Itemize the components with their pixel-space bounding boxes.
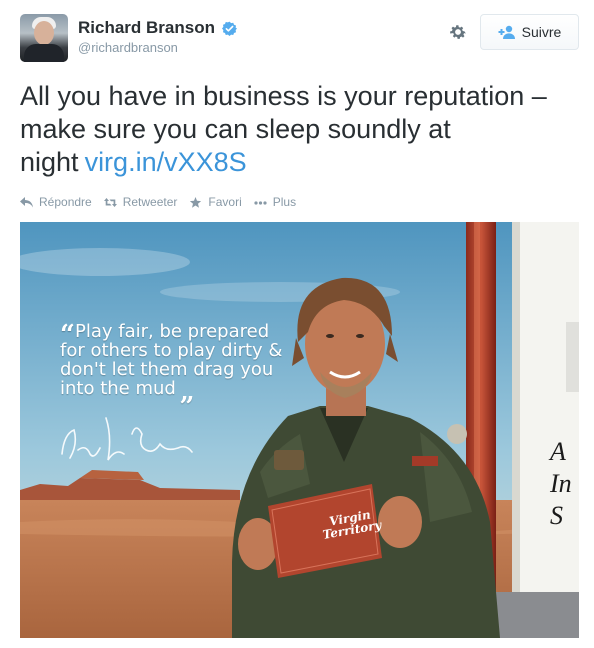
tweet-link[interactable]: virg.in/vXX8S — [85, 147, 247, 177]
favorite-action[interactable]: Favori — [189, 195, 242, 209]
user-fullname[interactable]: Richard Branson — [78, 18, 215, 38]
more-label: Plus — [272, 195, 297, 209]
add-user-icon — [498, 25, 515, 39]
tweet-text: All you have in business is your reputat… — [20, 80, 580, 179]
tweet-actions: Répondre Retweeter Favori Plus — [20, 195, 308, 209]
vehicle-lettering-3: S — [550, 501, 563, 530]
more-action[interactable]: Plus — [254, 195, 296, 209]
gear-icon[interactable] — [448, 22, 468, 42]
user-screen-name: @richardbranson — [78, 40, 178, 55]
photo-scene — [20, 222, 579, 638]
user-info[interactable]: Richard Branson @richardbranson — [78, 18, 238, 55]
reply-action[interactable]: Répondre — [20, 195, 92, 209]
retweet-label: Retweeter — [122, 195, 178, 209]
verified-badge-icon — [222, 21, 238, 36]
star-icon — [190, 196, 202, 208]
photo-quote-text: Play fair, be prepared for others to pla… — [60, 321, 283, 399]
retweet-action[interactable]: Retweeter — [103, 195, 178, 209]
more-icon — [254, 200, 267, 205]
vehicle-lettering-1: A — [550, 437, 566, 466]
tweet-photo[interactable]: “Play fair, be prepared for others to pl… — [20, 222, 579, 638]
reply-label: Répondre — [39, 195, 92, 209]
reply-icon — [20, 196, 33, 207]
favorite-label: Favori — [208, 195, 242, 209]
follow-button-label: Suivre — [521, 24, 562, 40]
retweet-icon — [103, 197, 117, 207]
avatar[interactable] — [20, 14, 68, 62]
vehicle-lettering: A In S — [550, 436, 572, 532]
photo-quote: “Play fair, be prepared for others to pl… — [60, 320, 283, 407]
follow-button[interactable]: Suivre — [480, 14, 579, 50]
vehicle-lettering-2: In — [550, 469, 572, 498]
